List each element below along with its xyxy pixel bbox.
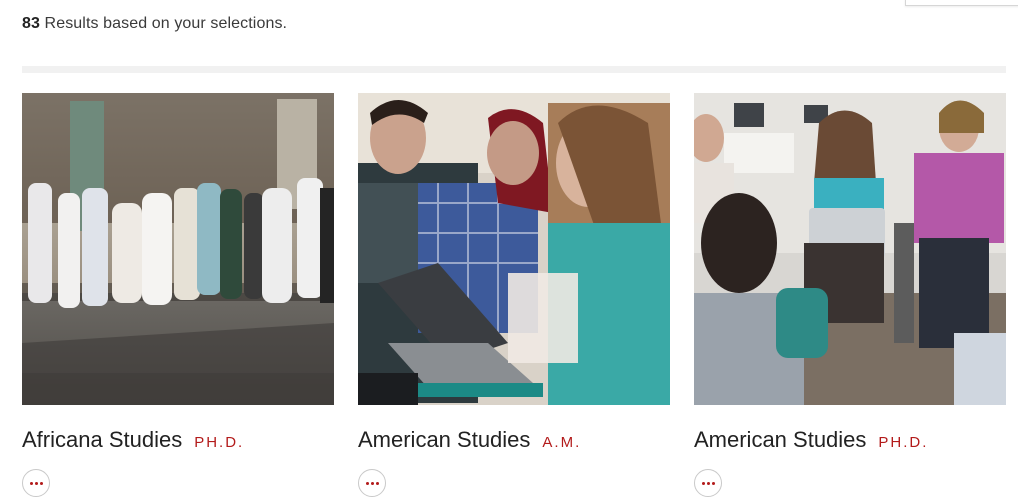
more-options-button[interactable]	[694, 469, 722, 497]
results-text: Results based on your selections.	[44, 15, 288, 32]
program-name[interactable]: American Studies	[358, 427, 530, 453]
results-summary: 83 Results based on your selections.	[22, 15, 287, 33]
program-photo[interactable]	[694, 93, 1006, 405]
more-options-button[interactable]	[358, 469, 386, 497]
degree-label: A.M.	[542, 434, 582, 451]
more-options-button[interactable]	[22, 469, 50, 497]
program-card[interactable]: Africana Studies PH.D.	[22, 93, 334, 497]
ellipsis-icon	[701, 481, 705, 485]
program-photo[interactable]	[358, 93, 670, 405]
degree-label: PH.D.	[194, 434, 245, 451]
program-photo[interactable]	[22, 93, 334, 405]
top-right-panel-edge	[905, 0, 1018, 6]
program-name[interactable]: Africana Studies	[22, 427, 182, 453]
ellipsis-icon	[365, 481, 369, 485]
degree-label: PH.D.	[878, 434, 929, 451]
ellipsis-icon	[29, 481, 33, 485]
program-card[interactable]: American Studies A.M.	[358, 93, 670, 497]
divider	[22, 66, 1006, 73]
program-name[interactable]: American Studies	[694, 427, 866, 453]
program-card[interactable]: American Studies PH.D.	[694, 93, 1006, 497]
results-count: 83	[22, 15, 40, 32]
